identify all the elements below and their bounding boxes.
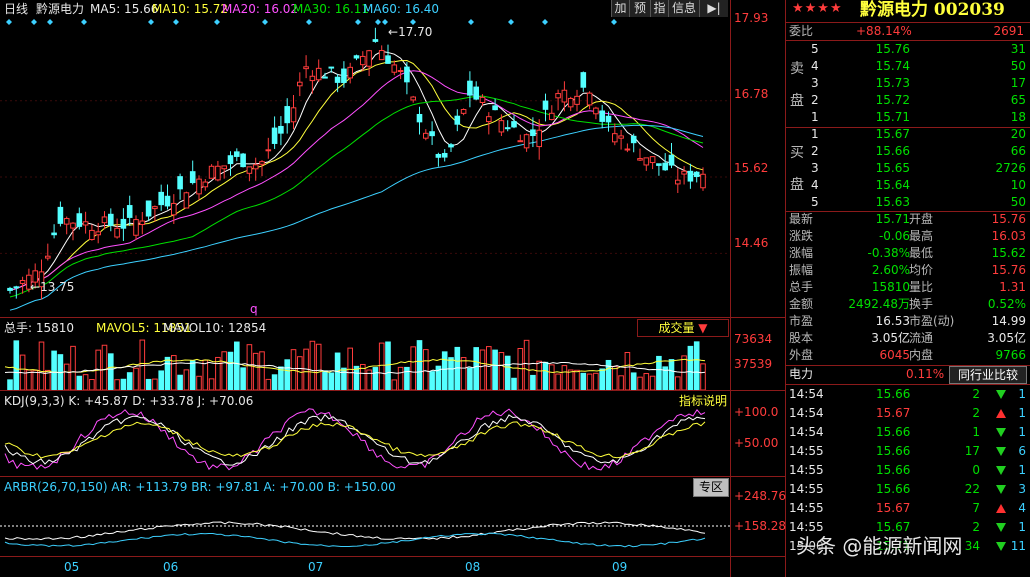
sell-level-row[interactable]: 5 15.76 31	[786, 41, 1030, 58]
quote-stat-row[interactable]: 外盘 6045 内盘 9766	[786, 347, 1030, 364]
kdj-axis-label: +100.0	[734, 405, 779, 419]
weibi-row: 委比 +88.14% 2691	[789, 24, 1024, 38]
volume-bottom-border	[0, 390, 786, 391]
price-axis-label: 14.46	[734, 236, 769, 250]
buy-level-row[interactable]: 1 15.67 20	[786, 126, 1030, 143]
arbr-axis-label: +158.28	[734, 519, 787, 533]
arrow-down-icon	[996, 466, 1006, 475]
quote-stat-row[interactable]: 总手 15810 量比 1.31	[786, 279, 1030, 296]
arrow-down-icon	[996, 523, 1006, 532]
buy-level-row[interactable]: 4 15.64 10	[786, 177, 1030, 194]
arbr-bottom-border	[0, 556, 786, 557]
price-axis-label: 15.62	[734, 161, 769, 175]
alert-button[interactable]: 预	[629, 0, 650, 17]
arbr-axis-label: +248.76	[734, 489, 787, 503]
ma5-label: MA5: 15.66	[90, 2, 159, 16]
tick-row: 14:54 15.67 2 1	[789, 406, 1026, 420]
ma30-label: MA30: 16.11	[293, 2, 370, 16]
volume-total-label: 总手: 15810	[4, 321, 75, 335]
arrow-down-icon	[996, 447, 1006, 456]
chart-right-border	[730, 0, 731, 577]
main-chart-bottom-border	[0, 317, 786, 318]
period-label[interactable]: 日线	[4, 2, 28, 16]
expand-button[interactable]: ▶|	[699, 0, 728, 17]
add-button[interactable]: 加	[611, 0, 629, 17]
price-axis-label: 17.93	[734, 11, 769, 25]
candlesticks	[7, 27, 706, 300]
month-label: 09	[612, 560, 628, 574]
arrow-up-icon	[996, 409, 1006, 418]
arbr-chart[interactable]	[0, 496, 730, 556]
price-axis-label: 16.78	[734, 87, 769, 101]
sell-level-row[interactable]: 3 15.73 17	[786, 75, 1030, 92]
industry-compare-button[interactable]: 同行业比较	[949, 366, 1027, 384]
candlestick-chart[interactable]	[0, 17, 730, 317]
tick-row: 14:55 15.66 0 1	[789, 463, 1026, 477]
sell-level-row[interactable]: 2 15.72 65	[786, 92, 1030, 109]
zone-button[interactable]: 专区	[693, 478, 729, 497]
buy-level-row[interactable]: 2 15.66 66	[786, 143, 1030, 160]
quote-stat-row[interactable]: 最新 15.71 开盘 15.76	[786, 211, 1030, 228]
arrow-down-icon	[996, 428, 1006, 437]
info-button[interactable]: 信息	[668, 0, 699, 17]
q-marker: q	[250, 302, 258, 316]
kdj-chart[interactable]	[0, 404, 730, 476]
sell-level-row[interactable]: 4 15.74 50	[786, 58, 1030, 75]
tick-row: 14:54 15.66 2 1	[789, 387, 1026, 401]
ma10-label: MA10: 15.72	[152, 2, 229, 16]
arrow-down-icon	[996, 485, 1006, 494]
sell-level-row[interactable]: 1 15.71 18	[786, 109, 1030, 126]
rating-stars: ★★★★	[792, 1, 843, 16]
quote-title: 黔源电力 002039	[860, 0, 1005, 20]
quote-stat-row[interactable]: 振幅 2.60% 均价 15.76	[786, 262, 1030, 279]
low-price-annotation: ←13.75	[30, 280, 75, 294]
event-markers	[6, 19, 617, 25]
buy-level-row[interactable]: 3 15.65 2726	[786, 160, 1030, 177]
volume-axis-label: 37539	[734, 357, 773, 371]
month-label: 08	[465, 560, 481, 574]
mavol10-label: MAVOL10: 12854	[163, 321, 267, 335]
tick-row: 14:55 15.67 7 4	[789, 501, 1026, 515]
stock-name-label: 黔源电力	[36, 2, 85, 16]
quote-stat-row[interactable]: 涨幅 -0.38% 最低 15.62	[786, 245, 1030, 262]
moving-average-lines	[9, 50, 704, 311]
arrow-down-icon	[996, 542, 1006, 551]
kdj-axis-label: +50.00	[734, 436, 779, 450]
dropdown-arrow-icon: ▼	[698, 321, 708, 335]
quote-stat-row[interactable]: 股本 3.05亿 流通 3.05亿	[786, 330, 1030, 347]
month-label: 06	[163, 560, 179, 574]
buy-level-row[interactable]: 5 15.63 50	[786, 194, 1030, 211]
tick-row: 14:55 15.66 17 6	[789, 444, 1026, 458]
arrow-up-icon	[996, 504, 1006, 513]
tick-row: 14:55 15.66 22 3	[789, 482, 1026, 496]
volume-axis-label: 73634	[734, 332, 773, 346]
ma60-label: MA60: 16.40	[363, 2, 440, 16]
play-arrow-icon: ▶|	[707, 1, 721, 15]
tick-row: 14:54 15.66 1 1	[789, 425, 1026, 439]
ma20-label: MA20: 16.02	[222, 2, 299, 16]
month-label: 05	[64, 560, 80, 574]
kdj-bottom-border	[0, 476, 786, 477]
quote-stat-row[interactable]: 市盈 16.53 市盈(动) 14.99	[786, 313, 1030, 330]
arbr-label: ARBR(26,70,150) AR: +113.79 BR: +97.81 A…	[4, 480, 396, 494]
volume-chart[interactable]	[0, 336, 730, 390]
watermark-text: 头条 @能源新闻网	[796, 534, 963, 558]
quote-stat-row[interactable]: 金额 2492.48万 换手 0.52%	[786, 296, 1030, 313]
month-label: 07	[308, 560, 324, 574]
quote-stat-row[interactable]: 涨跌 -0.06 最高 16.03	[786, 228, 1030, 245]
volume-indicator-dropdown[interactable]: 成交量 ▼	[637, 319, 729, 337]
arbr-lines	[0, 521, 730, 548]
arrow-down-icon	[996, 390, 1006, 399]
kdj-lines	[4, 408, 706, 471]
indicator-button[interactable]: 指	[650, 0, 668, 17]
high-price-annotation: ←17.70	[388, 25, 433, 39]
